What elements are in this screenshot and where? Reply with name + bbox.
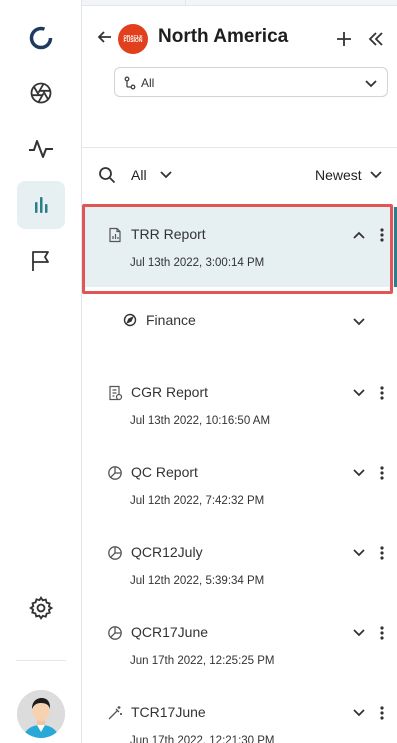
- chart-doc-icon: [107, 227, 123, 243]
- more-vertical-icon[interactable]: [378, 464, 386, 482]
- chevron-down-icon: [363, 75, 379, 91]
- top-strip-tab: [185, 0, 397, 6]
- panel-header: ORACLE FUSION North America: [82, 18, 397, 62]
- double-chevron-left-icon[interactable]: [367, 30, 385, 48]
- add-icon[interactable]: [335, 30, 353, 48]
- chevron-down-icon[interactable]: [351, 545, 367, 561]
- aperture-icon[interactable]: [17, 69, 65, 117]
- header-divider: [82, 147, 397, 148]
- rail-divider: [16, 660, 66, 661]
- report-date: Jul 12th 2022, 5:39:34 PM: [130, 575, 265, 587]
- chevron-up-icon[interactable]: [351, 227, 367, 243]
- flag-icon[interactable]: [17, 237, 65, 285]
- top-strip: [82, 0, 397, 6]
- report-name: CGR Report: [131, 384, 209, 400]
- pie-chart-icon: [107, 545, 123, 561]
- org-logo: ORACLE FUSION: [118, 24, 148, 54]
- chevron-down-icon[interactable]: [351, 314, 367, 330]
- scope-chevron-down-icon[interactable]: [158, 167, 174, 183]
- report-date: Jul 12th 2022, 7:42:32 PM: [130, 495, 265, 507]
- more-vertical-icon[interactable]: [378, 544, 386, 562]
- more-vertical-icon[interactable]: [378, 624, 386, 642]
- report-name: TCR17June: [131, 704, 206, 720]
- report-row[interactable]: QC Report Jul 12th 2022, 7:42:32 PM: [82, 445, 397, 525]
- report-name: QCR17June: [131, 624, 209, 640]
- hierarchy-icon: [123, 76, 137, 90]
- filter-value: All: [141, 76, 155, 90]
- page-title: North America: [158, 26, 289, 47]
- report-row[interactable]: CGR Report Jul 13th 2022, 10:16:50 AM: [82, 365, 397, 445]
- chevron-down-icon[interactable]: [351, 465, 367, 481]
- report-row[interactable]: TRR Report Jul 13th 2022, 3:00:14 PM: [82, 207, 397, 287]
- more-vertical-icon[interactable]: [378, 704, 386, 722]
- reports-icon[interactable]: [17, 181, 65, 229]
- left-rail: [0, 0, 82, 743]
- report-row[interactable]: TCR17June Jun 17th 2022, 12:21:30 PM: [82, 685, 397, 743]
- gear-icon[interactable]: [17, 584, 65, 632]
- filter-select[interactable]: All: [114, 67, 388, 97]
- pie-chart-icon: [107, 465, 123, 481]
- scope-dropdown[interactable]: All: [131, 167, 147, 183]
- report-name: TRR Report: [131, 226, 206, 242]
- pie-chart-icon: [107, 625, 123, 641]
- avatar[interactable]: [17, 690, 65, 738]
- back-arrow-icon[interactable]: [96, 28, 114, 46]
- app-logo-icon[interactable]: [17, 14, 65, 62]
- org-logo-line2: FUSION: [123, 38, 143, 44]
- compass-icon: [123, 313, 137, 327]
- search-icon[interactable]: [98, 166, 116, 184]
- report-name: QC Report: [131, 464, 198, 480]
- report-row[interactable]: QCR12July Jul 12th 2022, 5:39:34 PM: [82, 525, 397, 605]
- report-date: Jun 17th 2022, 12:25:25 PM: [130, 655, 275, 667]
- sort-chevron-down-icon[interactable]: [368, 167, 384, 183]
- more-vertical-icon[interactable]: [378, 384, 386, 402]
- more-vertical-icon[interactable]: [378, 226, 386, 244]
- list-doc-icon: [107, 385, 123, 401]
- report-date: Jul 13th 2022, 10:16:50 AM: [130, 415, 271, 427]
- activity-icon[interactable]: [17, 125, 65, 173]
- magic-wand-icon: [107, 705, 123, 721]
- chevron-down-icon[interactable]: [351, 705, 367, 721]
- sort-dropdown[interactable]: Newest: [315, 167, 362, 183]
- chevron-down-icon[interactable]: [351, 385, 367, 401]
- sub-item-row[interactable]: Finance: [82, 300, 397, 345]
- report-name: QCR12July: [131, 544, 203, 560]
- chevron-down-icon[interactable]: [351, 625, 367, 641]
- report-row[interactable]: QCR17June Jun 17th 2022, 12:25:25 PM: [82, 605, 397, 685]
- report-date: Jun 17th 2022, 12:21:30 PM: [130, 735, 275, 743]
- sub-item-name: Finance: [146, 312, 196, 328]
- report-date: Jul 13th 2022, 3:00:14 PM: [130, 257, 265, 269]
